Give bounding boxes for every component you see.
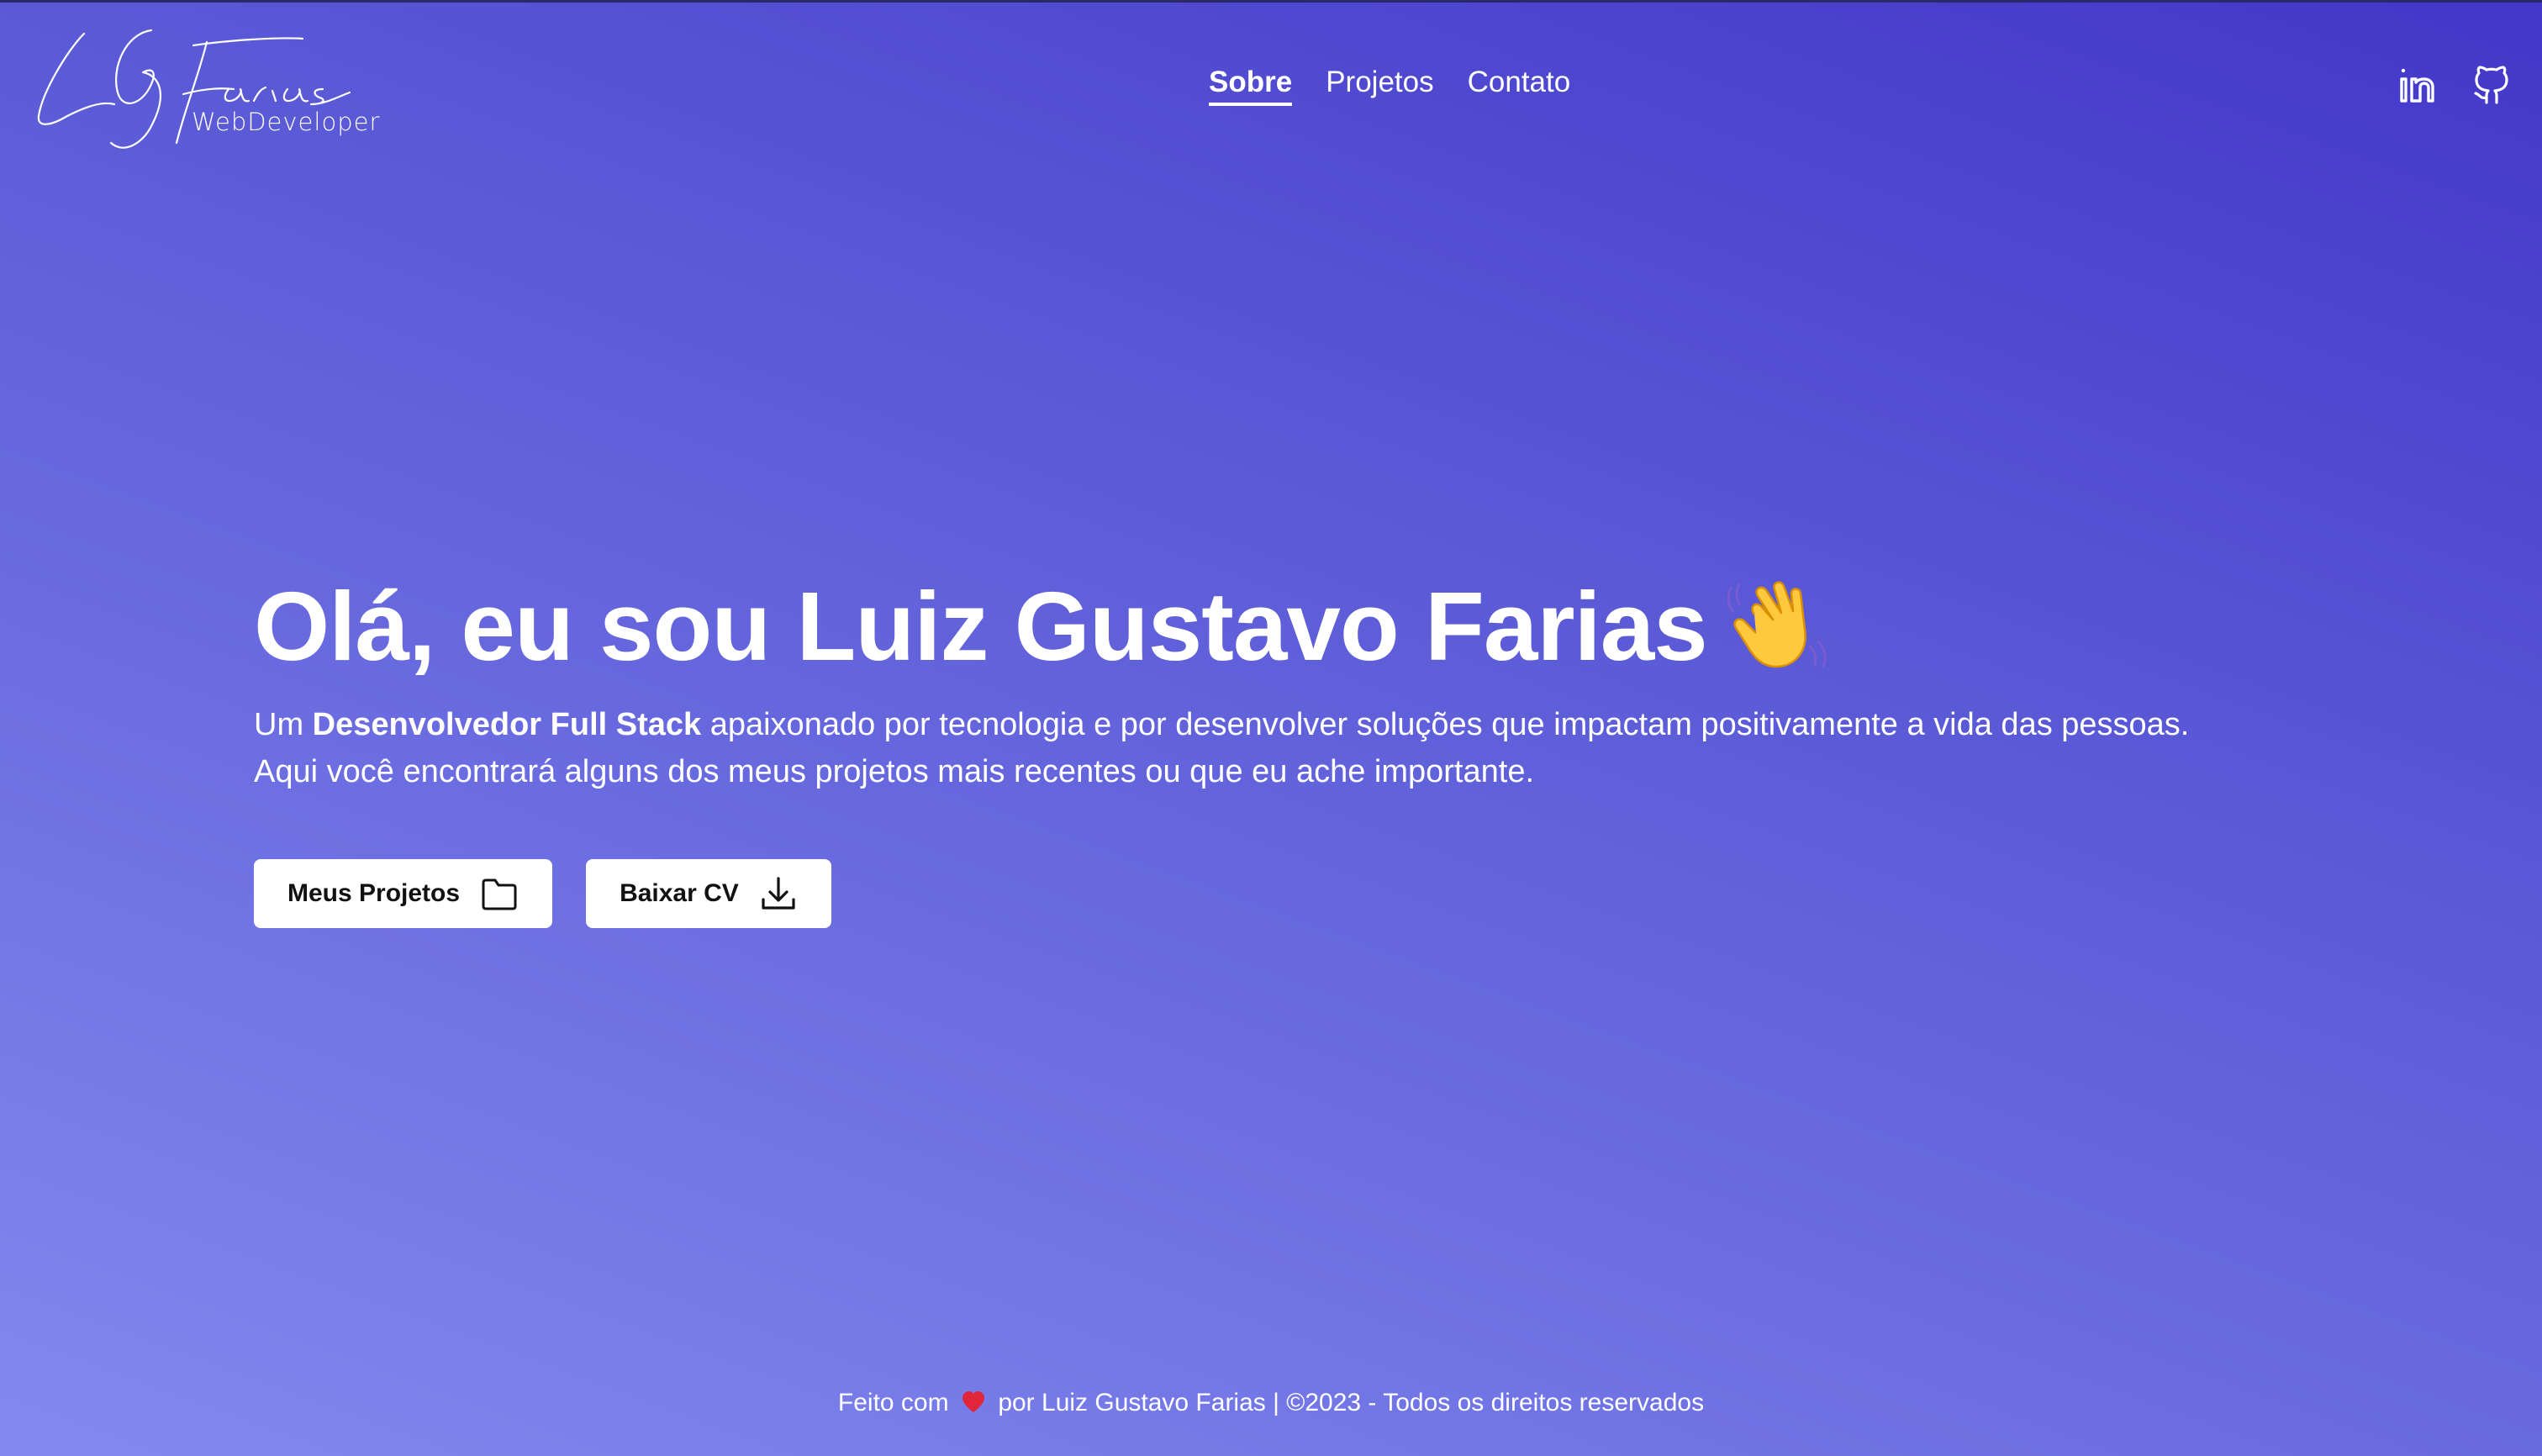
nav-item-projetos[interactable]: Projetos xyxy=(1326,66,1433,106)
site-logo[interactable]: WebDeveloper xyxy=(34,17,379,151)
meus-projetos-label: Meus Projetos xyxy=(287,879,461,907)
site-footer: Feito com por Luiz Gustavo Farias | ©202… xyxy=(0,1389,2542,1417)
hero-desc-highlight: Desenvolvedor Full Stack xyxy=(312,707,702,742)
hero-title-text: Olá, eu sou Luiz Gustavo Farias xyxy=(254,572,1708,681)
meus-projetos-button[interactable]: Meus Projetos xyxy=(254,859,553,928)
hero-title: Olá, eu sou Luiz Gustavo Farias xyxy=(254,563,2271,689)
nav-item-sobre[interactable]: Sobre xyxy=(1209,66,1293,106)
baixar-cv-button[interactable]: Baixar CV xyxy=(586,859,831,928)
heart-icon xyxy=(961,1390,986,1414)
waving-hand-icon xyxy=(1724,566,1832,673)
footer-prefix: Feito com xyxy=(837,1389,949,1416)
hero-actions: Meus Projetos Baixar CV xyxy=(254,859,2271,928)
linkedin-icon[interactable] xyxy=(2397,66,2438,106)
footer-suffix: por Luiz Gustavo Farias | ©2023 - Todos … xyxy=(998,1389,1705,1416)
nav-item-contato[interactable]: Contato xyxy=(1468,66,1571,106)
github-icon[interactable] xyxy=(2471,66,2512,106)
top-border xyxy=(0,0,2542,3)
logo-subtitle: WebDeveloper xyxy=(192,108,381,136)
hero-section: Olá, eu sou Luiz Gustavo Farias Um Desen… xyxy=(254,563,2271,928)
hero-description: Um Desenvolvedor Full Stack apaixonado p… xyxy=(254,701,2212,795)
download-icon xyxy=(759,874,798,913)
baixar-cv-label: Baixar CV xyxy=(620,879,739,907)
folder-icon xyxy=(480,874,519,913)
social-links xyxy=(2397,66,2512,106)
main-nav: Sobre Projetos Contato xyxy=(1209,66,1570,106)
hero-desc-prefix: Um xyxy=(254,707,313,742)
